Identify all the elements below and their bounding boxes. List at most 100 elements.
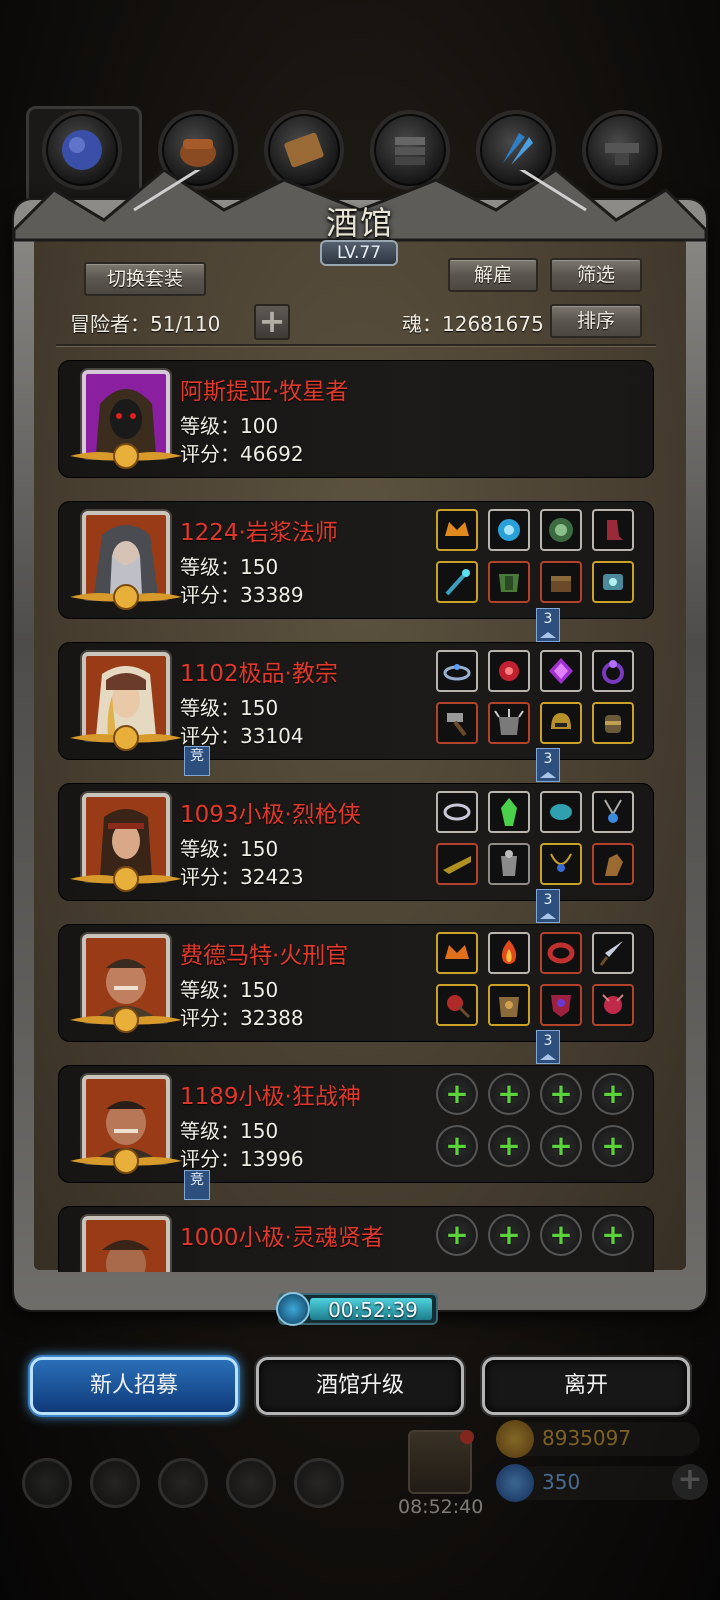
clock-icon: [276, 1292, 310, 1326]
equip-slot[interactable]: [488, 843, 530, 885]
tab-scroll[interactable]: [264, 110, 344, 190]
gauntlet-icon: [605, 854, 623, 876]
rank-emblem-icon: [70, 866, 182, 892]
hero-score: 评分：33104: [180, 724, 304, 748]
hero-score: 评分：46692: [180, 442, 304, 466]
empty-equip-slot[interactable]: +: [592, 1073, 634, 1115]
dagger-icon: [599, 941, 623, 966]
equip-slot[interactable]: [592, 561, 634, 603]
switch-outfit-button[interactable]: 切换套装: [84, 262, 206, 296]
equip-slot[interactable]: [436, 702, 478, 744]
tavern-upgrade-button[interactable]: 酒馆升级: [256, 1357, 464, 1415]
expand-capacity-button[interactable]: +: [254, 304, 290, 340]
leave-button[interactable]: 离开: [482, 1357, 690, 1415]
equip-slot[interactable]: [488, 702, 530, 744]
gem-counter: 350: [496, 1464, 700, 1502]
hero-card[interactable]: 1224·岩浆法师 等级：150 评分：33389: [58, 501, 654, 619]
hero-card[interactable]: 1000小极·灵魂贤者 + + + +: [58, 1206, 654, 1272]
sort-button[interactable]: 排序: [550, 304, 642, 338]
equip-slot[interactable]: [488, 561, 530, 603]
equip-slot[interactable]: [436, 509, 478, 551]
equip-slot[interactable]: [436, 561, 478, 603]
equip-slot[interactable]: [436, 984, 478, 1026]
empty-equip-slot[interactable]: +: [488, 1214, 530, 1256]
menu-circle-icon: [226, 1458, 276, 1508]
tab-orb[interactable]: [42, 110, 122, 190]
equip-slot[interactable]: [540, 843, 582, 885]
hero-card[interactable]: 费德马特·火刑官 等级：150 评分：32388: [58, 924, 654, 1042]
hero-card[interactable]: 阿斯提亚·牧星者 等级：100 评分：46692: [58, 360, 654, 478]
empty-equip-slot[interactable]: +: [436, 1073, 478, 1115]
green-crystal-icon: [501, 798, 517, 826]
equip-slot[interactable]: [436, 843, 478, 885]
hero-card[interactable]: 1093小极·烈枪侠 等级：150 评分：32423: [58, 783, 654, 901]
rank-emblem-icon: [70, 1148, 182, 1174]
tab-plates[interactable]: [370, 110, 450, 190]
hero-list[interactable]: 阿斯提亚·牧星者 等级：100 评分：46692 1224·岩浆法师 等级：15…: [54, 352, 666, 1272]
equip-slot[interactable]: [592, 984, 634, 1026]
equipment-grid: [436, 650, 636, 746]
arena-badge: 竞: [184, 746, 210, 776]
tab-anvil[interactable]: [582, 110, 662, 190]
blue-orb-icon: [62, 130, 102, 170]
equip-slot[interactable]: [540, 984, 582, 1026]
timer-text: 00:52:39: [328, 1298, 418, 1322]
equip-slot[interactable]: [592, 509, 634, 551]
add-icon: +: [445, 1218, 469, 1251]
equip-slot[interactable]: [436, 932, 478, 974]
empty-equip-slot[interactable]: +: [540, 1214, 582, 1256]
hero-name: 1224·岩浆法师: [180, 520, 338, 546]
flame-icon: [501, 940, 517, 964]
hero-card[interactable]: 1102极品·教宗 等级：150 评分：33104: [58, 642, 654, 760]
leather-pouch-icon: [180, 139, 216, 167]
equip-slot[interactable]: [540, 561, 582, 603]
equip-slot[interactable]: [488, 932, 530, 974]
hero-card[interactable]: 1189小极·狂战神 等级：150 评分：13996 + + + + + + +…: [58, 1065, 654, 1183]
refresh-timer: 00:52:39: [276, 1292, 438, 1326]
rank-emblem-icon: [70, 1007, 182, 1033]
tab-pouch[interactable]: [158, 110, 238, 190]
equip-slot[interactable]: [592, 702, 634, 744]
empty-equip-slot[interactable]: +: [540, 1073, 582, 1115]
empty-equip-slot[interactable]: +: [592, 1214, 634, 1256]
purple-gem-icon: [549, 658, 573, 684]
recruit-button[interactable]: 新人招募: [30, 1357, 238, 1415]
dismiss-button[interactable]: 解雇: [448, 258, 538, 292]
chest-icon: [551, 576, 571, 592]
equip-slot[interactable]: [592, 791, 634, 833]
iron-plates-icon: [395, 137, 425, 165]
equip-slot[interactable]: [540, 650, 582, 692]
equip-slot[interactable]: [488, 984, 530, 1026]
add-icon: +: [549, 1077, 573, 1110]
equip-slot[interactable]: [436, 791, 478, 833]
empty-equip-slot[interactable]: +: [436, 1214, 478, 1256]
bronze-armor-icon: [499, 997, 519, 1017]
rank-emblem-icon: [70, 584, 182, 610]
equip-slot[interactable]: [488, 509, 530, 551]
equip-slot[interactable]: [592, 650, 634, 692]
hero-name: 阿斯提亚·牧星者: [180, 379, 349, 405]
equip-slot[interactable]: [540, 932, 582, 974]
empty-equip-slot[interactable]: +: [488, 1073, 530, 1115]
equip-slot[interactable]: [488, 791, 530, 833]
equip-slot[interactable]: [592, 932, 634, 974]
tab-feathers[interactable]: [476, 110, 556, 190]
filter-button[interactable]: 筛选: [550, 258, 642, 292]
equip-slot[interactable]: [592, 843, 634, 885]
equipment-grid: + + + + + + + +: [436, 1073, 636, 1169]
equip-slot[interactable]: [540, 702, 582, 744]
empty-equip-slot[interactable]: +: [592, 1125, 634, 1167]
empty-equip-slot[interactable]: +: [436, 1125, 478, 1167]
crimson-shield-icon: [551, 995, 571, 1017]
equip-slot[interactable]: [540, 791, 582, 833]
empty-equip-slot[interactable]: +: [540, 1125, 582, 1167]
bracer-icon: [605, 715, 621, 733]
blue-orb-icon: [498, 519, 520, 541]
equip-slot[interactable]: [436, 650, 478, 692]
equip-slot[interactable]: [540, 509, 582, 551]
pendant-icon: [604, 799, 622, 823]
crown-icon: [445, 522, 469, 536]
equip-slot[interactable]: [488, 650, 530, 692]
empty-equip-slot[interactable]: +: [488, 1125, 530, 1167]
menu-circle-icon: [158, 1458, 208, 1508]
